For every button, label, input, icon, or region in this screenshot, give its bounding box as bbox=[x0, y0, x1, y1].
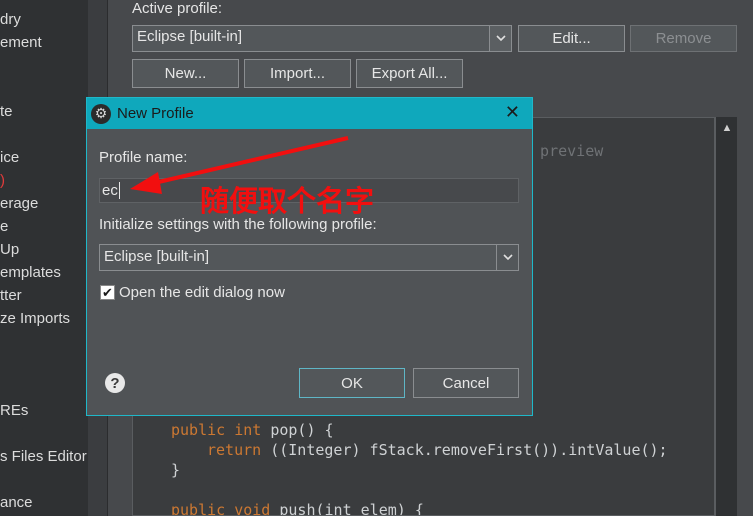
annotation-text: 随便取个名字 bbox=[200, 184, 375, 218]
annotation-arrow bbox=[130, 136, 349, 194]
